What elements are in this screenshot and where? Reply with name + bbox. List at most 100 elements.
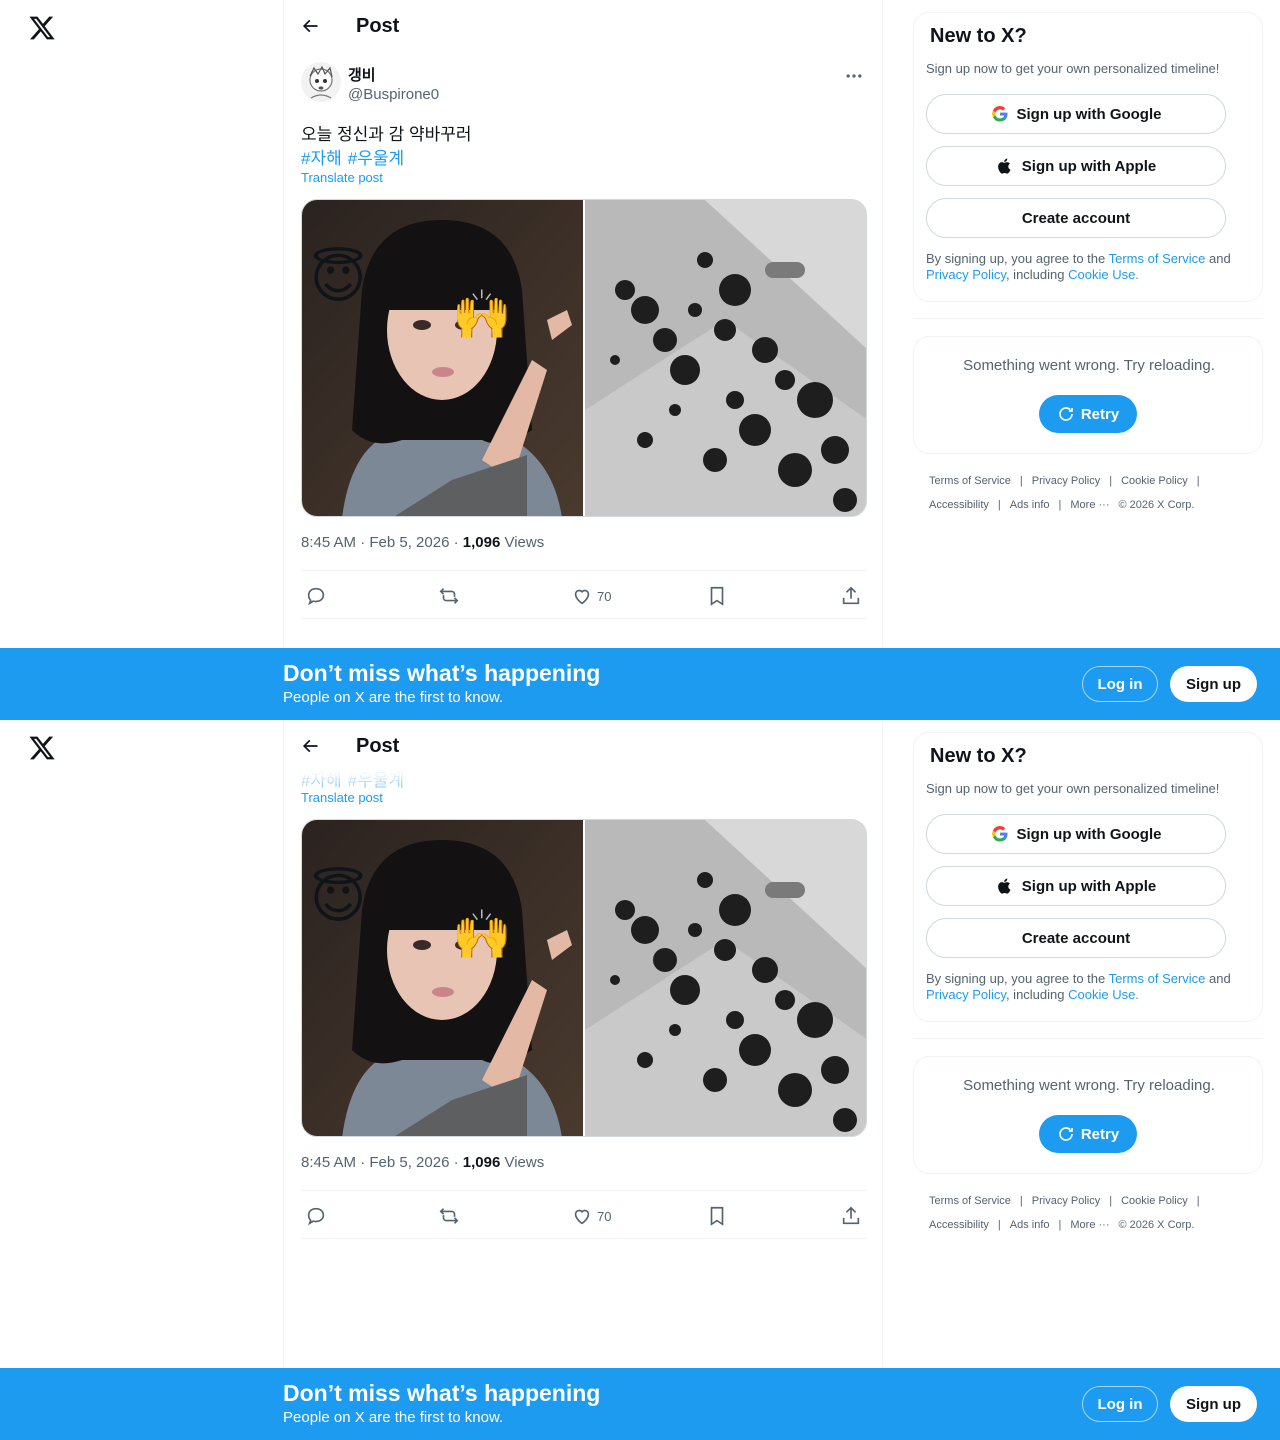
cookie-link[interactable]: Cookie Use. (1068, 987, 1139, 1002)
google-signup-label: Sign up with Google (1016, 825, 1162, 843)
google-signup-button[interactable]: Sign up with Google (926, 814, 1226, 854)
login-button[interactable]: Log in (1082, 1386, 1158, 1422)
refresh-icon (1059, 407, 1073, 421)
share-button[interactable] (840, 1205, 862, 1227)
bookmark-button[interactable] (706, 1205, 728, 1227)
emoji-sticker: 🙌 (452, 289, 512, 342)
error-card: Something went wrong. Try reloading. Ret… (913, 336, 1263, 454)
create-account-button[interactable]: Create account (926, 198, 1226, 238)
footer-links: Terms of Service | Privacy Policy | Cookie P… (929, 1189, 1249, 1237)
footer-accessibility-link[interactable]: Accessibility (929, 1219, 989, 1231)
post-time[interactable]: 8:45 AM · Feb 5, 2026 · (301, 534, 463, 551)
more-options-icon[interactable] (844, 66, 864, 86)
footer-more-link[interactable]: More ··· (1070, 499, 1109, 511)
post-media[interactable]: 😇 🙌 (301, 199, 867, 517)
selfie-photo[interactable] (302, 200, 583, 517)
login-banner: Don’t miss what’s happening People on X … (0, 648, 1280, 720)
create-account-button[interactable]: Create account (926, 918, 1226, 958)
create-account-label: Create account (1021, 929, 1131, 947)
reply-icon (307, 587, 325, 606)
ink-blot-photo[interactable] (585, 820, 867, 1137)
privacy-link[interactable]: Privacy Policy (926, 987, 1006, 1002)
apple-icon (997, 878, 1011, 894)
emoji-sticker: 🙌 (452, 909, 512, 962)
footer-accessibility-link[interactable]: Accessibility (929, 499, 989, 511)
heart-icon (574, 589, 590, 605)
retry-label: Retry (1080, 405, 1120, 423)
x-logo-icon[interactable] (28, 14, 56, 42)
share-icon (842, 586, 860, 605)
footer-privacy-link[interactable]: Privacy Policy (1032, 1195, 1100, 1207)
avatar[interactable] (301, 62, 341, 102)
reply-button[interactable] (305, 585, 327, 607)
apple-icon (997, 158, 1011, 174)
retry-button[interactable]: Retry (1039, 1115, 1137, 1153)
post-time[interactable]: 8:45 AM · Feb 5, 2026 · (301, 1154, 463, 1171)
error-message: Something went wrong. Try reloading. (963, 1077, 1215, 1094)
signup-card-title: New to X? (930, 25, 1027, 47)
translate-post-link[interactable]: Translate post (301, 170, 383, 185)
cookie-link[interactable]: Cookie Use. (1068, 267, 1139, 282)
footer-ads-link[interactable]: Ads info (1010, 1219, 1050, 1231)
screen-top: Post 갱비 @Buspirone0 오늘 정신과 감 약바꾸러 #자해 #우울… (0, 0, 1280, 720)
bookmark-button[interactable] (706, 585, 728, 607)
post-detail: #자해#우울계 Translate post 😇 🙌 (284, 720, 882, 1360)
footer-ads-link[interactable]: Ads info (1010, 499, 1050, 511)
views-label: Views (500, 1154, 545, 1171)
footer-sep: | (997, 499, 1001, 511)
google-icon (991, 106, 1007, 122)
privacy-link[interactable]: Privacy Policy (926, 267, 1006, 282)
post-media[interactable]: 😇 🙌 (301, 819, 867, 1137)
footer-privacy-link[interactable]: Privacy Policy (1032, 475, 1100, 487)
hashtag-link[interactable]: #우울계 (348, 149, 404, 168)
banner-title: Don’t miss what’s happening (283, 1380, 601, 1406)
google-icon (991, 826, 1007, 842)
arrow-left-icon[interactable] (300, 736, 320, 756)
apple-signup-button[interactable]: Sign up with Apple (926, 866, 1226, 906)
like-button[interactable]: 70 (571, 585, 611, 607)
footer-terms-link[interactable]: Terms of Service (929, 475, 1011, 487)
arrow-left-icon[interactable] (300, 16, 320, 36)
hashtag-link[interactable]: #자해 (301, 149, 342, 168)
selfie-photo[interactable] (302, 820, 583, 1137)
user-handle[interactable]: @Buspirone0 (348, 86, 439, 103)
action-bar: 70 (301, 570, 867, 619)
emoji-sticker: 😇 (310, 249, 367, 309)
terms-including: , including (1005, 267, 1069, 282)
share-button[interactable] (840, 585, 862, 607)
post-meta: 8:45 AM · Feb 5, 2026 · 1,096 Views (301, 1154, 544, 1171)
terms-link[interactable]: Terms of Service (1109, 971, 1206, 986)
ink-blot-photo[interactable] (585, 200, 867, 517)
signup-card: New to X? Sign up now to get your own pe… (913, 12, 1263, 302)
retry-button[interactable]: Retry (1039, 395, 1137, 433)
views-count: 1,096 (462, 1154, 501, 1171)
bookmark-icon (710, 586, 724, 606)
terms-text: By signing up, you agree to the Terms of… (926, 251, 1256, 283)
login-button[interactable]: Log in (1082, 666, 1158, 702)
footer-sep: | (1196, 1195, 1200, 1207)
apple-signup-label: Sign up with Apple (1021, 877, 1157, 895)
terms-link[interactable]: Terms of Service (1109, 251, 1206, 266)
footer-sep: | (1109, 475, 1113, 487)
signup-card-subtitle: Sign up now to get your own personalized… (926, 781, 1220, 796)
apple-signup-button[interactable]: Sign up with Apple (926, 146, 1226, 186)
google-signup-button[interactable]: Sign up with Google (926, 94, 1226, 134)
like-button[interactable]: 70 (571, 1205, 611, 1227)
footer-terms-link[interactable]: Terms of Service (929, 1195, 1011, 1207)
repost-button[interactable] (438, 1205, 460, 1227)
footer-more-link[interactable]: More ··· (1070, 1219, 1109, 1231)
signup-card-title: New to X? (930, 745, 1027, 767)
repost-button[interactable] (438, 585, 460, 607)
signup-button[interactable]: Sign up (1170, 1386, 1257, 1422)
login-banner: Don’t miss what’s happening People on X … (0, 1368, 1280, 1440)
display-name[interactable]: 갱비 (348, 64, 376, 85)
footer-copyright: © 2026 X Corp. (1118, 499, 1195, 511)
footer-cookie-link[interactable]: Cookie Policy (1121, 1195, 1188, 1207)
x-logo-icon[interactable] (28, 734, 56, 762)
primary-column: Post 갱비 @Buspirone0 오늘 정신과 감 약바꾸러 #자해 #우울… (283, 0, 883, 720)
signup-button[interactable]: Sign up (1170, 666, 1257, 702)
divider (913, 1038, 1263, 1039)
footer-cookie-link[interactable]: Cookie Policy (1121, 475, 1188, 487)
reply-button[interactable] (305, 1205, 327, 1227)
error-message: Something went wrong. Try reloading. (963, 357, 1215, 374)
